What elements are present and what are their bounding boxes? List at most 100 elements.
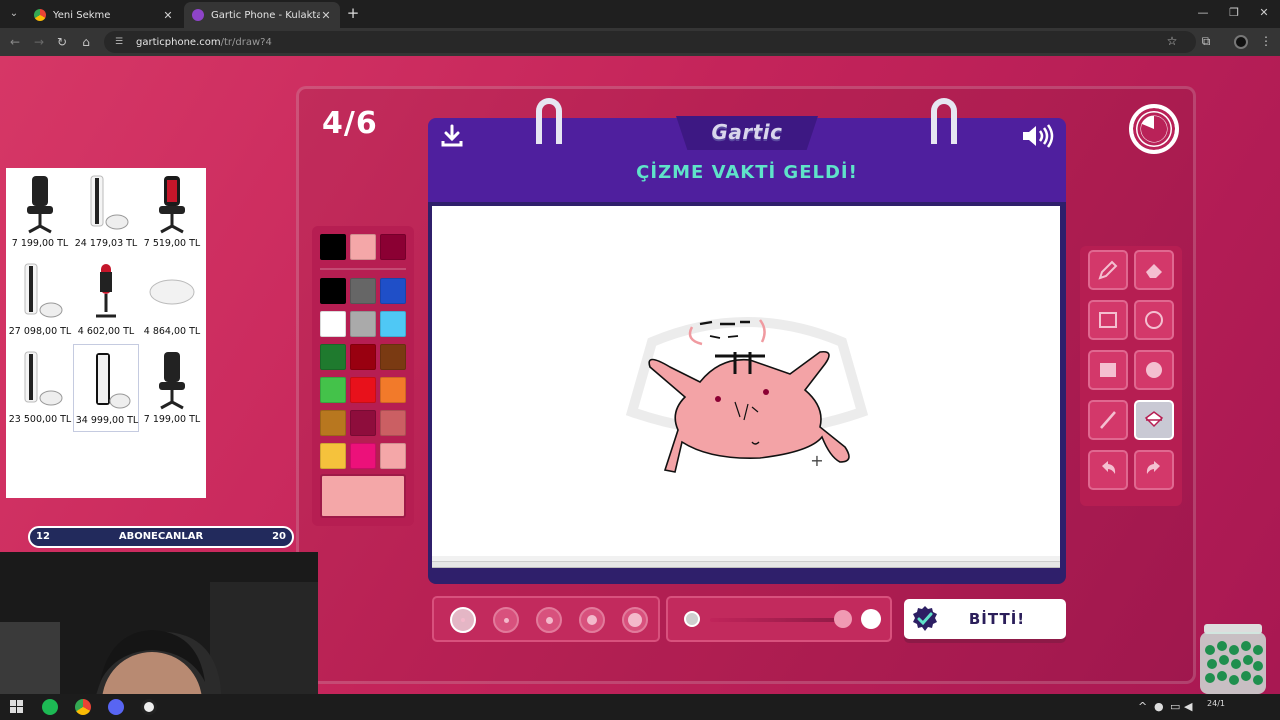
color-swatch[interactable]: [350, 278, 376, 304]
microphone-icon: [96, 264, 116, 318]
menu-kebab-icon[interactable]: ⋮: [1258, 34, 1274, 48]
tab-search-icon[interactable]: ⌄: [6, 6, 22, 22]
volume-icon[interactable]: [1021, 124, 1055, 148]
brush-size-3[interactable]: [536, 607, 562, 633]
brush-size-4[interactable]: [579, 607, 605, 633]
microphone-icon[interactable]: ●: [1154, 700, 1164, 713]
address-bar[interactable]: ☰ garticphone.com/tr/draw?4: [104, 31, 1196, 53]
restore-icon[interactable]: ❐: [1227, 6, 1241, 19]
product-tile: 24 179,03 TL: [73, 168, 139, 256]
url-text: garticphone.com/tr/draw?4: [136, 36, 272, 48]
color-swatch[interactable]: [350, 443, 376, 469]
reload-icon[interactable]: ↻: [55, 35, 69, 49]
tab-title: Gartic Phone - Kulaktan Kulağa: [211, 9, 320, 21]
product-price: 34 999,00 TL: [75, 415, 139, 426]
product-price: 4 864,00 TL: [143, 326, 201, 337]
product-tile: 34 999,00 TL: [73, 344, 139, 432]
binder-ring: [931, 98, 957, 144]
spotify-icon[interactable]: [42, 699, 58, 715]
product-price: 27 098,00 TL: [8, 326, 72, 337]
product-tile: 7 199,00 TL: [139, 344, 205, 432]
swatch-wine[interactable]: [380, 234, 406, 260]
tab-new-tab[interactable]: Yeni Sekme ✕: [26, 2, 182, 28]
round-counter: 4/6: [322, 106, 378, 141]
minimize-icon[interactable]: —: [1196, 6, 1210, 19]
color-swatch[interactable]: [320, 344, 346, 370]
extensions-icon[interactable]: ⧉: [1198, 34, 1214, 49]
color-swatch[interactable]: [380, 344, 406, 370]
tab-gartic-phone[interactable]: Gartic Phone - Kulaktan Kulağa ✕: [184, 2, 340, 28]
user-drawing: [648, 319, 850, 473]
opacity-track[interactable]: [710, 618, 850, 622]
product-tile: 4 602,00 TL: [73, 256, 139, 344]
tray-chevron-icon[interactable]: ^: [1138, 700, 1147, 713]
color-swatch[interactable]: [380, 377, 406, 403]
rectangle-filled-tool[interactable]: [1088, 350, 1128, 390]
color-swatch[interactable]: [320, 278, 346, 304]
color-swatch[interactable]: [350, 344, 376, 370]
obs-icon[interactable]: [141, 699, 157, 715]
check-badge-icon: [913, 606, 937, 631]
mouse-icon: [149, 279, 195, 305]
back-icon[interactable]: ←: [8, 35, 22, 49]
network-icon[interactable]: ▭: [1170, 700, 1180, 713]
eraser-tool[interactable]: [1134, 250, 1174, 290]
color-swatch[interactable]: [320, 311, 346, 337]
start-icon[interactable]: [10, 700, 23, 713]
browser-toolbar: ← → ↻ ⌂ ☰ garticphone.com/tr/draw?4 ☆ ⧉ …: [0, 28, 1280, 56]
swatch-light-pink[interactable]: [350, 234, 376, 260]
brush-size-1[interactable]: [450, 607, 476, 633]
color-swatch[interactable]: [320, 377, 346, 403]
color-swatch[interactable]: [380, 311, 406, 337]
done-button[interactable]: BİTTİ!: [904, 599, 1066, 639]
game-page: 4/6 Gartic ÇİZME VAKTİ GELDİ! + BİTTİ! 7…: [0, 56, 1280, 694]
new-tab-button[interactable]: +: [346, 5, 360, 21]
color-swatch[interactable]: [380, 443, 406, 469]
color-swatch[interactable]: [350, 311, 376, 337]
speaker-icon[interactable]: ◀: [1184, 700, 1192, 713]
gartic-favicon-icon: [192, 9, 204, 21]
site-info-icon[interactable]: ☰: [112, 35, 126, 49]
opacity-thumb[interactable]: [834, 610, 852, 628]
ellipse-filled-tool[interactable]: [1134, 350, 1174, 390]
opacity-min-icon: [684, 611, 700, 627]
color-swatch[interactable]: [380, 410, 406, 436]
close-tab-icon[interactable]: ✕: [320, 9, 332, 22]
window-close-icon[interactable]: ✕: [1257, 6, 1271, 19]
bookmark-star-icon[interactable]: ☆: [1164, 34, 1180, 48]
home-icon[interactable]: ⌂: [79, 35, 93, 49]
color-swatch[interactable]: [380, 278, 406, 304]
close-tab-icon[interactable]: ✕: [162, 9, 174, 22]
chair-red-icon: [159, 176, 185, 234]
windows-taskbar: ^ ● ▭ ◀ 24/1: [0, 694, 1280, 720]
color-swatch[interactable]: [350, 377, 376, 403]
color-swatch[interactable]: [320, 443, 346, 469]
tool-panel: [1080, 246, 1182, 506]
tab-title: Yeni Sekme: [53, 9, 111, 21]
profile-avatar[interactable]: [1234, 35, 1248, 49]
color-swatch[interactable]: [350, 410, 376, 436]
chrome-icon[interactable]: [75, 699, 91, 715]
product-tile: 7 199,00 TL: [7, 168, 73, 256]
undo-tool[interactable]: [1088, 450, 1128, 490]
forward-icon[interactable]: →: [32, 35, 46, 49]
crosshair-cursor-icon: +: [810, 451, 824, 470]
product-price: 24 179,03 TL: [74, 238, 138, 249]
rectangle-outline-tool[interactable]: [1088, 300, 1128, 340]
discord-icon[interactable]: [108, 699, 124, 715]
line-tool[interactable]: [1088, 400, 1128, 440]
stream-jar-icon: [1200, 624, 1266, 694]
fill-bucket-tool[interactable]: [1134, 400, 1174, 440]
download-icon[interactable]: [440, 124, 464, 148]
swatch-black[interactable]: [320, 234, 346, 260]
color-swatch[interactable]: [320, 410, 346, 436]
ellipse-outline-tool[interactable]: [1134, 300, 1174, 340]
console-icon: [24, 351, 63, 406]
brush-size-2[interactable]: [493, 607, 519, 633]
redo-tool[interactable]: [1134, 450, 1174, 490]
pencil-tool[interactable]: [1088, 250, 1128, 290]
opacity-slider[interactable]: [666, 596, 892, 642]
color-palette: [312, 226, 414, 526]
subscriber-goal-bar: 12 ABONECANLAR 20: [28, 526, 294, 548]
brush-size-5[interactable]: [622, 607, 648, 633]
